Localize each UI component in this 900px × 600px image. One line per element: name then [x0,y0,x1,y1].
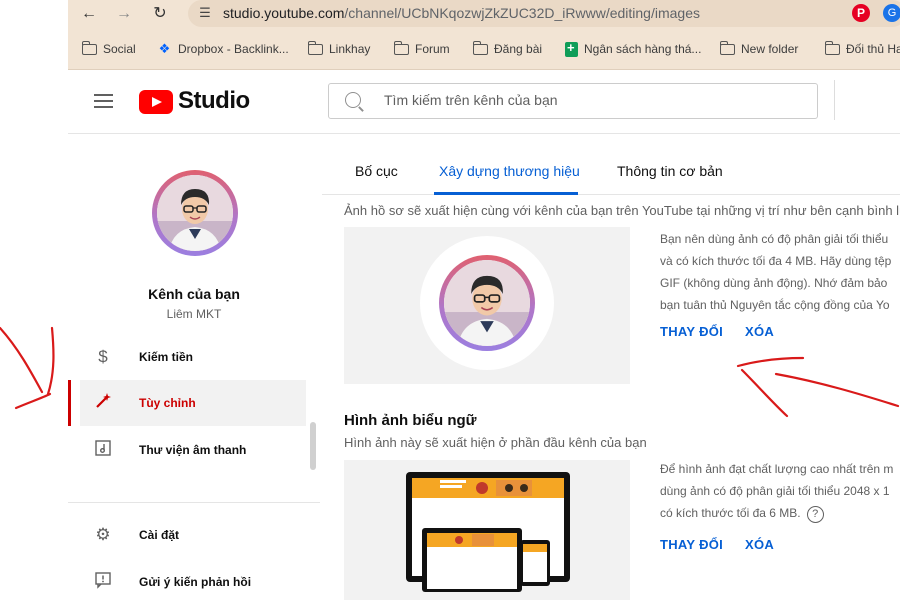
profile-photo-remove-button[interactable]: XÓA [745,324,774,339]
channel-name: Liêm MKT [166,307,222,321]
sidebar-item-audio-library[interactable]: Thư viện âm thanh [80,427,306,473]
info-line: Để hình ảnh đạt chất lượng cao nhất trên… [660,462,894,476]
sidebar-item-label: Thư viện âm thanh [139,443,247,457]
channel-title: Kênh của bạn [148,286,240,302]
active-indicator [68,380,71,426]
sidebar-item-label: Tùy chỉnh [139,396,196,410]
help-icon[interactable]: ? [806,506,824,523]
tab-branding[interactable]: Xây dựng thương hiệu [439,163,580,179]
banner-section-title: Hình ảnh biểu ngữ [344,412,477,429]
gear-icon: ⚙ [95,525,111,544]
profile-photo-preview [344,227,630,384]
magic-wand-icon [92,392,114,414]
extension-icon[interactable]: G [883,4,900,22]
sidebar-item-customization[interactable]: Tùy chỉnh [80,380,306,426]
browser-address-bar: ← → ↻ ☰ studio.youtube.com/channel/UCbNK… [68,0,900,28]
bookmark-label: Dropbox - Backlink... [178,42,289,56]
sidebar-divider [68,502,320,503]
info-line: GIF (không dùng ảnh động). Nhớ đảm bảo [660,276,888,290]
back-arrow-icon[interactable]: ← [78,3,100,25]
bookmark-label: Đăng bài [494,42,543,56]
sidebar-item-feedback[interactable]: Gửi ý kiến phản hồi [80,559,306,600]
info-line: có kích thước tối đa 6 MB.? [660,502,893,524]
studio-header: Studio [68,70,900,134]
bookmark-label: Đối thủ Ha [846,42,900,56]
sidebar-item-monetization[interactable]: $ Kiếm tiền [80,334,306,380]
dropbox-icon: ❖ [158,41,171,56]
sidebar-item-settings[interactable]: ⚙ Cài đặt [80,512,306,558]
bookmark-item[interactable]: Social [81,40,136,58]
profile-photo-info: Bạn nên dùng ảnh có độ phân giải tối thi… [660,228,891,316]
banner-devices-illustration [406,472,570,592]
url-host: studio.youtube.com [223,5,345,21]
avatar-photo [157,175,233,251]
banner-info: Để hình ảnh đạt chất lượng cao nhất trên… [660,458,893,524]
info-line-text: có kích thước tối đa 6 MB. [660,506,801,520]
folder-icon [472,40,488,55]
bookmark-label: Linkhay [329,42,371,56]
annotation-arrow-left-head [46,326,55,396]
profile-photo-image [444,260,530,346]
menu-icon[interactable] [94,94,113,108]
sheets-icon [565,40,578,57]
sidebar: Kênh của bạn Liêm MKT $ Kiếm tiền Tùy ch… [68,135,320,600]
header-divider [834,80,835,120]
bookmark-item[interactable]: Ngân sách hàng thá... [565,40,701,58]
folder-icon [824,40,840,55]
url-text: studio.youtube.com/channel/UCbNKqozwjZkZ… [223,5,700,21]
channel-avatar[interactable] [152,170,238,256]
tab-basic-info[interactable]: Thông tin cơ bản [617,163,723,179]
url-field[interactable]: ☰ studio.youtube.com/channel/UCbNKqozwjZ… [188,0,900,27]
bookmark-label: New folder [741,42,799,56]
bookmark-item[interactable]: ❖ Dropbox - Backlink... [157,40,289,58]
forward-arrow-icon[interactable]: → [113,3,135,25]
banner-preview [344,460,630,600]
pinterest-extension-icon[interactable]: P [852,4,870,22]
reload-icon[interactable]: ↻ [149,3,171,25]
bookmark-item[interactable]: Đối thủ Ha [824,40,900,58]
folder-icon [393,40,409,55]
site-info-icon[interactable]: ☰ [196,5,214,21]
studio-logo-text: Studio [178,87,250,114]
bookmarks-bar: Social ❖ Dropbox - Backlink... Linkhay Fo… [68,28,900,70]
banner-description: Hình ảnh này sẽ xuất hiện ở phần đầu kên… [344,435,647,450]
folder-icon [719,40,735,55]
search-icon [345,92,361,108]
bookmark-item[interactable]: Linkhay [307,40,371,58]
bookmark-label: Social [103,42,136,56]
sidebar-item-label: Cài đặt [139,528,180,542]
profile-photo [439,255,535,351]
bookmark-item[interactable]: New folder [719,40,799,58]
bookmark-label: Forum [415,42,450,56]
tab-layout[interactable]: Bố cục [355,163,398,179]
tab-bar: Bố cục Xây dựng thương hiệu Thông tin cơ… [322,135,900,195]
sidebar-item-label: Gửi ý kiến phản hồi [139,575,252,589]
bookmark-item[interactable]: Forum [393,40,450,58]
url-path: /channel/UCbNKqozwjZkZUC32D_iRwww/editin… [344,5,700,21]
annotation-arrow-left-head [14,392,52,410]
folder-icon [307,40,323,55]
info-line: Bạn nên dùng ảnh có độ phân giải tối thi… [660,232,889,246]
dollar-icon: $ [98,347,108,366]
profile-photo-change-button[interactable]: THAY ĐỔI [660,324,723,339]
bookmark-label: Ngân sách hàng thá... [584,42,702,56]
main-content: Bố cục Xây dựng thương hiệu Thông tin cơ… [322,135,900,600]
annotation-arrow-left [0,326,44,394]
info-line: bạn tuân thủ Nguyên tắc cộng đồng của Yo [660,298,890,312]
banner-change-button[interactable]: THAY ĐỔI [660,537,723,552]
profile-photo-description: Ảnh hồ sơ sẽ xuất hiện cùng với kênh của… [344,203,900,218]
banner-remove-button[interactable]: XÓA [745,537,774,552]
info-line: dùng ảnh có độ phân giải tối thiểu 2048 … [660,484,890,498]
bookmark-item[interactable]: Đăng bài [472,40,543,58]
audio-library-icon [92,439,114,461]
feedback-icon [92,571,114,593]
search-box[interactable] [328,83,818,119]
youtube-logo-icon[interactable] [139,90,173,114]
info-line: và có kích thước tối đa 4 MB. Hãy dùng t… [660,254,892,268]
sidebar-scrollbar[interactable] [310,422,316,470]
active-tab-indicator [434,192,578,195]
search-input[interactable] [384,92,804,108]
sidebar-item-label: Kiếm tiền [139,350,194,364]
folder-icon [81,40,97,55]
